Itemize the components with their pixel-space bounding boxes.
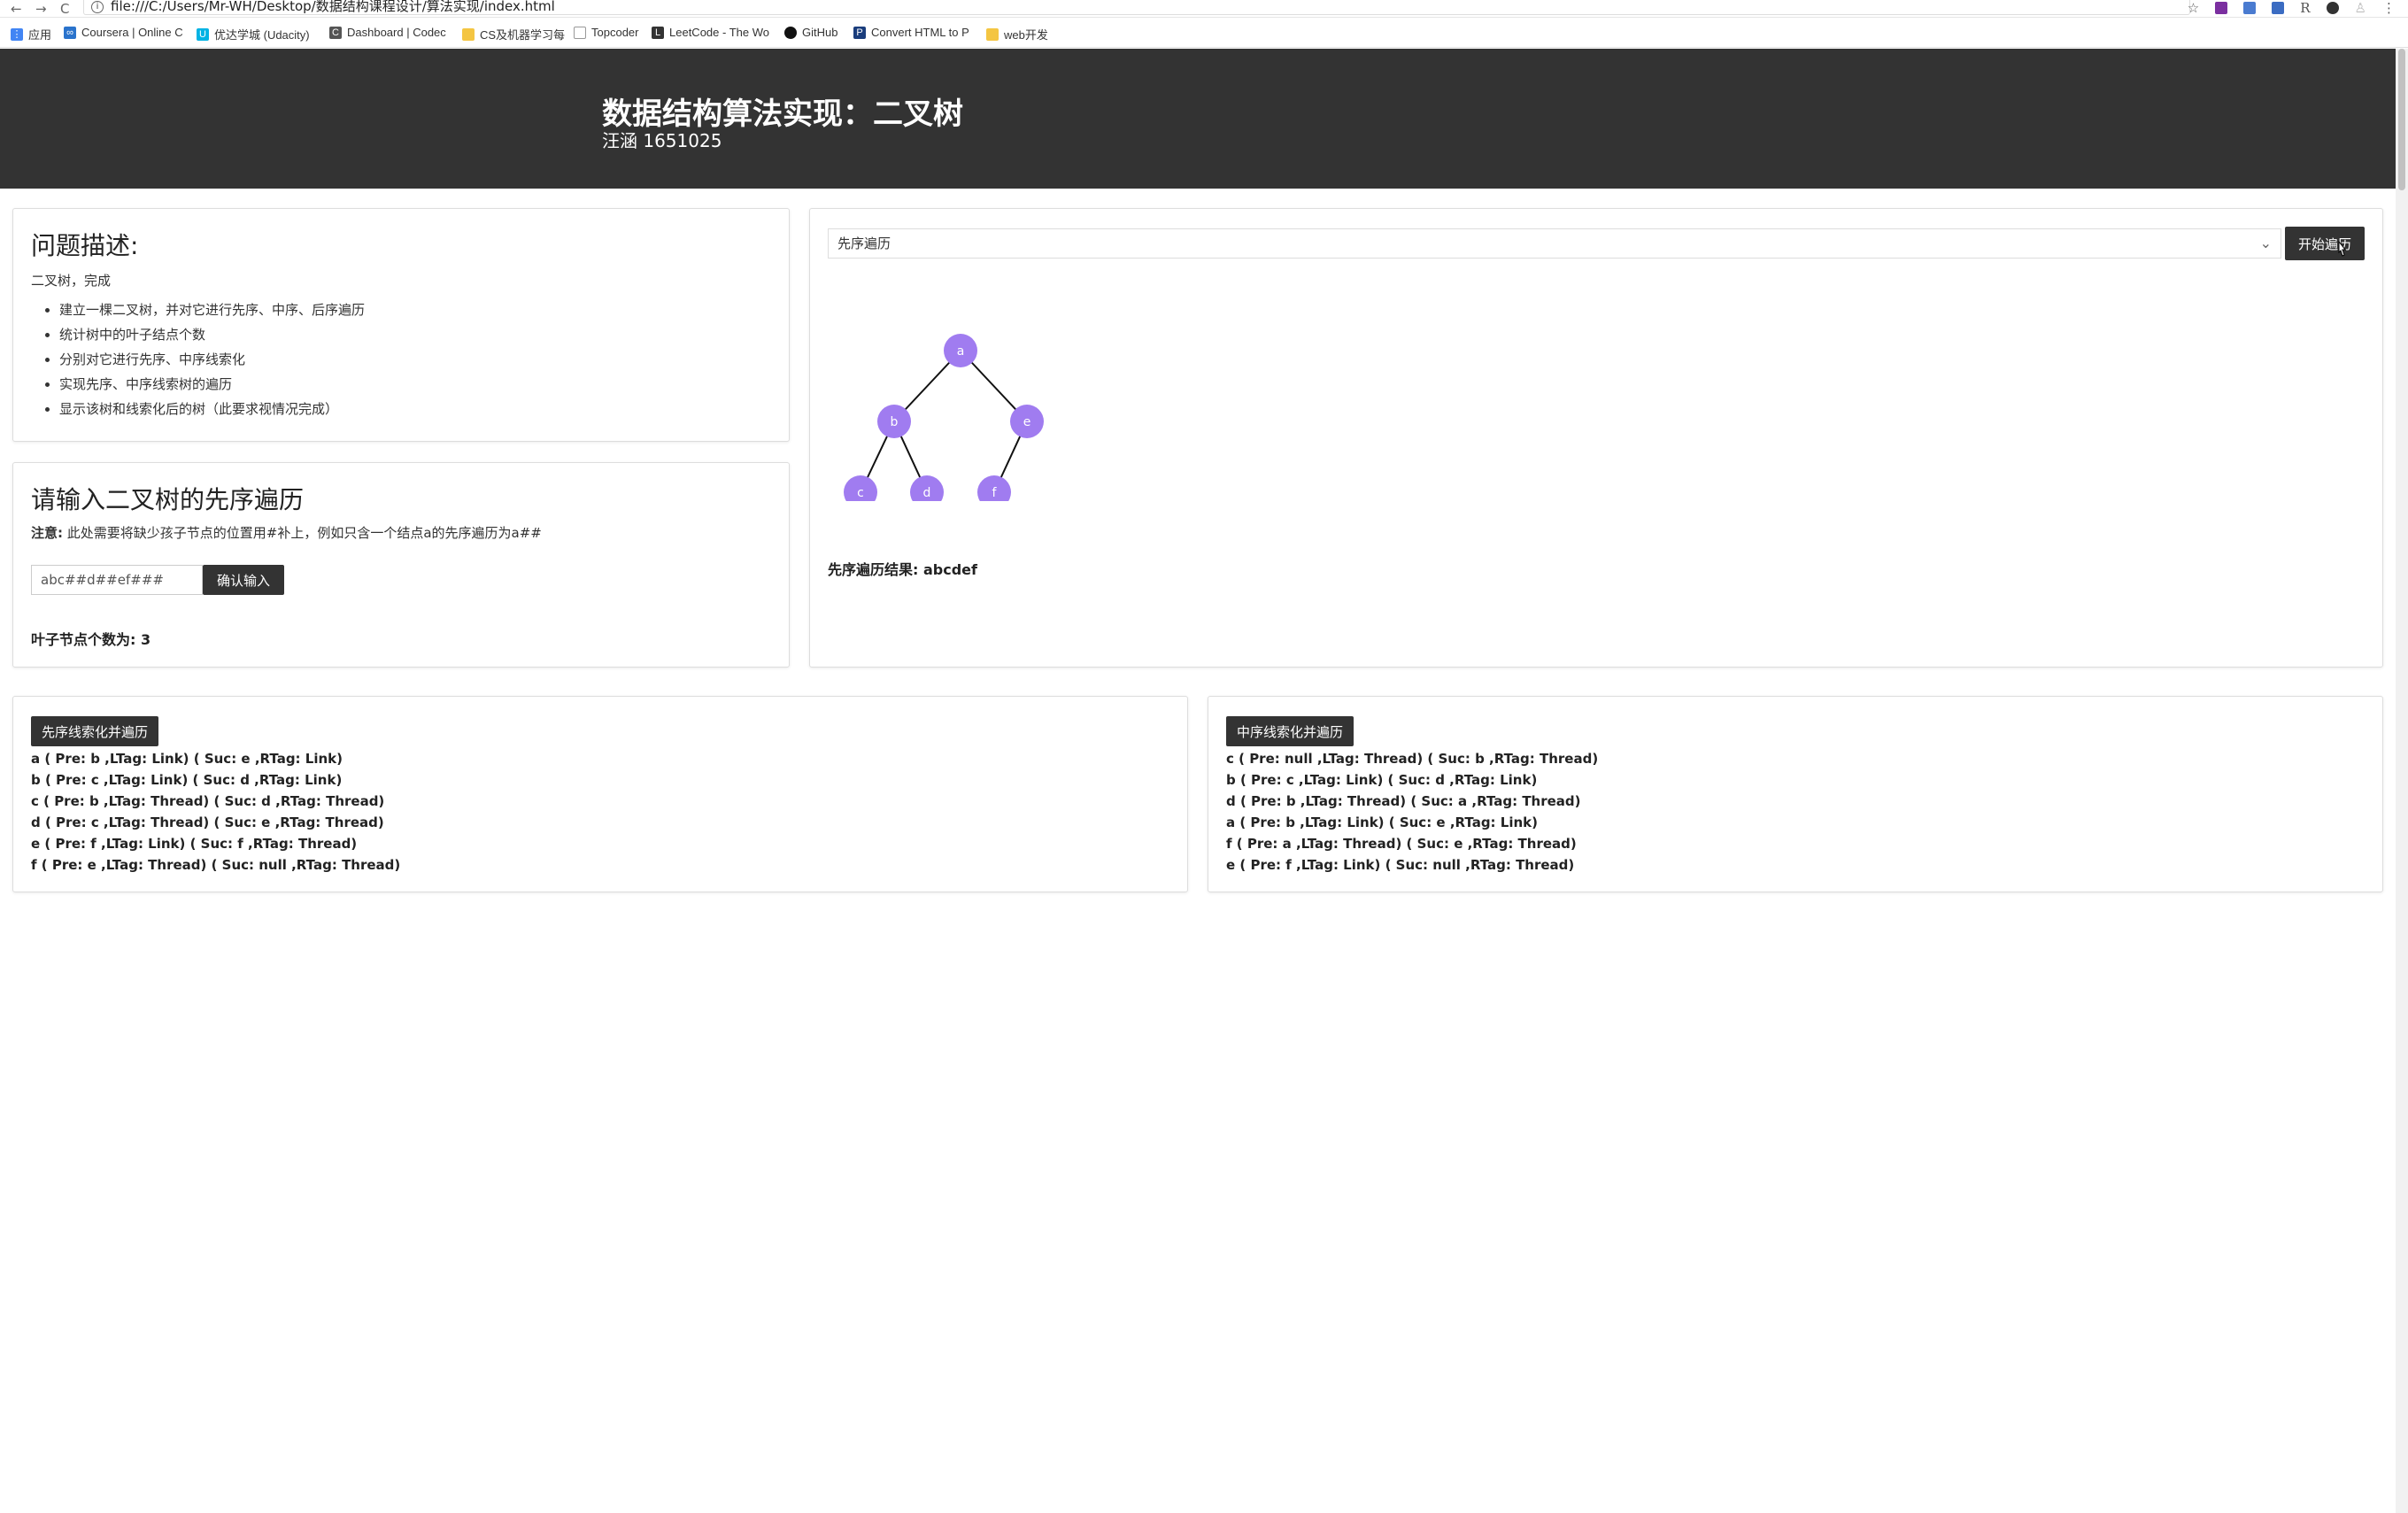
- leaf-count-value: 3: [140, 631, 151, 648]
- bookmark-codecademy[interactable]: C Dashboard | Codec: [329, 26, 446, 39]
- thread-line: b ( Pre: c ,LTag: Link) ( Suc: d ,RTag: …: [31, 772, 343, 788]
- bookmark-topcoder[interactable]: Topcoder: [574, 26, 638, 39]
- traversal-result-label: 先序遍历结果:: [828, 561, 919, 578]
- inorder-thread-panel: 中序线索化并遍历 c ( Pre: null ,LTag: Thread) ( …: [1208, 696, 2383, 892]
- thread-line: a ( Pre: b ,LTag: Link) ( Suc: e ,RTag: …: [31, 751, 343, 767]
- bookmark-udacity[interactable]: U 优达学城 (Udacity): [197, 26, 310, 42]
- leaf-count-label: 叶子节点个数为:: [31, 631, 136, 648]
- url-text: file:///C:/Users/Mr-WH/Desktop/数据结构课程设计/…: [111, 0, 555, 14]
- list-item: 统计树中的叶子结点个数: [59, 322, 365, 347]
- chevron-down-icon: ⌄: [2259, 235, 2272, 251]
- list-item: 实现先序、中序线索树的遍历: [59, 372, 365, 397]
- codecademy-icon: C: [329, 26, 342, 39]
- leaf-count: 叶子节点个数为: 3: [31, 628, 150, 649]
- tree-node-label: d: [923, 486, 931, 500]
- tree-node: c: [844, 475, 877, 501]
- bookmark-cs-folder[interactable]: CS及机器学习每: [462, 26, 565, 42]
- page-subtitle: 汪涵 1651025: [602, 130, 722, 151]
- tree-node: a: [944, 334, 977, 367]
- list-item: 分别对它进行先序、中序线索化: [59, 347, 365, 372]
- page-icon: [574, 26, 586, 39]
- reload-icon[interactable]: C: [60, 1, 69, 17]
- preorder-thread-lines: a ( Pre: b ,LTag: Link) ( Suc: e ,RTag: …: [31, 748, 400, 876]
- tree-node-label: a: [957, 344, 965, 359]
- forward-icon[interactable]: →: [35, 1, 47, 17]
- star-icon[interactable]: ☆: [2188, 0, 2199, 16]
- list-item: 显示该树和线索化后的树（此要求视情况完成）: [59, 397, 365, 421]
- thread-line: c ( Pre: null ,LTag: Thread) ( Suc: b ,R…: [1226, 751, 1599, 767]
- browser-toolbar: ← → C i file:///C:/Users/Mr-WH/Desktop/数据…: [0, 0, 2408, 18]
- thread-line: f ( Pre: a ,LTag: Thread) ( Suc: e ,RTag…: [1226, 836, 1577, 852]
- tree-node-label: c: [857, 486, 864, 500]
- cursor-icon: [2338, 241, 2347, 257]
- coursera-icon: ∞: [64, 26, 76, 39]
- folder-icon: [986, 27, 999, 41]
- convert-icon: P: [853, 26, 866, 39]
- extension-icon[interactable]: [2272, 2, 2285, 14]
- input-title: 请输入二叉树的先序遍历: [31, 485, 305, 514]
- thread-line: f ( Pre: e ,LTag: Thread) ( Suc: null ,R…: [31, 857, 401, 873]
- traversal-result: 先序遍历结果: abcdef: [828, 558, 977, 579]
- bookmark-leetcode[interactable]: L LeetCode - The Wo: [652, 26, 769, 39]
- thread-line: e ( Pre: f ,LTag: Link) ( Suc: f ,RTag: …: [31, 836, 358, 852]
- page-header: 数据结构算法实现：二叉树 汪涵 1651025: [0, 49, 2396, 189]
- note-text: 此处需要将缺少孩子节点的位置用#补上，例如只含一个结点a的先序遍历为a##: [66, 525, 542, 541]
- onenote-icon[interactable]: [2215, 2, 2228, 14]
- bookmark-coursera[interactable]: ∞ Coursera | Online C: [64, 26, 183, 39]
- folder-icon: [462, 27, 475, 41]
- thread-line: b ( Pre: c ,LTag: Link) ( Suc: d ,RTag: …: [1226, 772, 1538, 788]
- thread-line: d ( Pre: b ,LTag: Thread) ( Suc: a ,RTag…: [1226, 793, 1581, 809]
- problem-list: 建立一棵二叉树，并对它进行先序、中序、后序遍历 统计树中的叶子结点个数 分别对它…: [24, 297, 365, 421]
- traversal-select[interactable]: 先序遍历 ⌄: [828, 228, 2281, 259]
- thread-line: a ( Pre: b ,LTag: Link) ( Suc: e ,RTag: …: [1226, 814, 1538, 830]
- address-bar[interactable]: i file:///C:/Users/Mr-WH/Desktop/数据结构课程设计…: [83, 0, 2190, 15]
- thread-line: e ( Pre: f ,LTag: Link) ( Suc: null ,RTa…: [1226, 857, 1575, 873]
- confirm-input-button[interactable]: 确认输入: [203, 565, 284, 595]
- preorder-thread-panel: 先序线索化并遍历 a ( Pre: b ,LTag: Link) ( Suc: …: [12, 696, 1188, 892]
- tree-node-label: e: [1023, 415, 1031, 429]
- scrollbar-thumb[interactable]: [2398, 49, 2405, 190]
- traversal-panel: 先序遍历 ⌄ 开始遍历 a b e c d f 先序遍历结果: abcdef: [809, 208, 2383, 668]
- page-scrollbar[interactable]: [2396, 49, 2408, 1513]
- github-extension-icon[interactable]: [2326, 2, 2339, 14]
- leetcode-icon: L: [652, 26, 664, 39]
- bookmarks-bar: ⋮ 应用 ∞ Coursera | Online C U 优达学城 (Udacity)…: [0, 19, 2408, 48]
- extensions: ☆ R ♙ ⋮: [2188, 0, 2396, 16]
- binary-tree: a b e c d f: [844, 334, 1044, 501]
- list-item: 建立一棵二叉树，并对它进行先序、中序、后序遍历: [59, 297, 365, 322]
- input-note: 注意: 此处需要将缺少孩子节点的位置用#补上，例如只含一个结点a的先序遍历为a#…: [31, 523, 542, 542]
- tree-node: f: [977, 475, 1011, 501]
- apps-icon: ⋮: [11, 27, 23, 41]
- tree-node: d: [910, 475, 944, 501]
- note-label: 注意:: [31, 525, 63, 541]
- start-traversal-button[interactable]: 开始遍历: [2285, 227, 2365, 260]
- bookmark-web-folder[interactable]: web开发: [986, 26, 1048, 42]
- thread-line: c ( Pre: b ,LTag: Thread) ( Suc: d ,RTag…: [31, 793, 385, 809]
- preorder-thread-button[interactable]: 先序线索化并遍历: [31, 716, 159, 746]
- back-icon[interactable]: ←: [11, 1, 22, 17]
- problem-title: 问题描述:: [31, 231, 139, 260]
- menu-icon[interactable]: ⋮: [2382, 0, 2396, 16]
- inorder-thread-lines: c ( Pre: null ,LTag: Thread) ( Suc: b ,R…: [1226, 748, 1598, 876]
- problem-panel: 问题描述: 二叉树，完成 建立一棵二叉树，并对它进行先序、中序、后序遍历 统计树…: [12, 208, 790, 442]
- udacity-icon: U: [197, 27, 209, 41]
- traversal-select-value: 先序遍历: [837, 235, 891, 251]
- info-icon[interactable]: i: [91, 0, 104, 13]
- traversal-result-value: abcdef: [922, 561, 977, 578]
- tree-node: e: [1010, 405, 1044, 438]
- tree-node-label: b: [891, 415, 899, 429]
- preorder-input[interactable]: [31, 565, 203, 595]
- github-icon: [784, 26, 797, 39]
- tree-node: b: [877, 405, 911, 438]
- translate-icon[interactable]: [2243, 2, 2257, 14]
- bookmark-github[interactable]: GitHub: [784, 26, 837, 39]
- inorder-thread-button[interactable]: 中序线索化并遍历: [1226, 716, 1354, 746]
- bookmark-apps[interactable]: ⋮ 应用: [11, 26, 51, 42]
- input-panel: 请输入二叉树的先序遍历 注意: 此处需要将缺少孩子节点的位置用#补上，例如只含一…: [12, 462, 790, 668]
- person-icon[interactable]: ♙: [2355, 0, 2366, 16]
- problem-intro: 二叉树，完成: [31, 273, 112, 289]
- bookmark-convert-html[interactable]: P Convert HTML to P: [853, 26, 969, 39]
- r-extension-icon[interactable]: R: [2300, 0, 2310, 16]
- thread-line: d ( Pre: c ,LTag: Thread) ( Suc: e ,RTag…: [31, 814, 384, 830]
